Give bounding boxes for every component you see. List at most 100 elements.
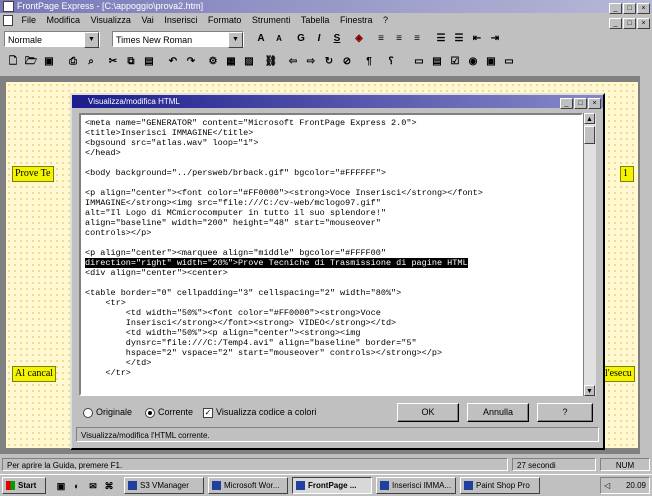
scroll-down-icon[interactable]: ▼ [584, 385, 595, 396]
cancel-button[interactable]: Annulla [467, 403, 529, 422]
task-word[interactable]: Microsoft Wor... [208, 477, 288, 494]
forward-icon[interactable]: ⇨ [302, 54, 320, 70]
start-button[interactable]: Start [2, 477, 46, 494]
form-checkbox-icon[interactable]: ☑ [446, 54, 464, 70]
help-button[interactable]: ? [537, 403, 593, 422]
radio-original[interactable]: Originale [83, 407, 132, 418]
code-line: IMMAGINE</strong><img src="file:///C:/cv… [85, 198, 381, 208]
decrease-indent-icon[interactable]: ⇤ [468, 31, 486, 47]
style-select[interactable]: Normale ▼ [4, 31, 100, 48]
form-dropdown-icon[interactable]: ▣ [482, 54, 500, 70]
insert-table-icon[interactable]: ▦ [222, 54, 240, 70]
windows-logo-icon [6, 481, 15, 491]
dialog-maximize-button[interactable]: □ [574, 98, 587, 109]
new-file-icon[interactable]: 🗋 [4, 54, 22, 70]
help-pointer-icon[interactable]: ⸮ [382, 54, 400, 70]
insert-webbot-icon[interactable]: ⚙ [204, 54, 222, 70]
redo-icon[interactable]: ↷ [182, 54, 200, 70]
close-button[interactable]: × [637, 3, 650, 14]
hyperlink-icon[interactable]: ⛓ [262, 54, 280, 70]
checkmark-icon[interactable]: ✓ [203, 407, 213, 418]
document-icon[interactable] [3, 15, 13, 26]
font-select[interactable]: Times New Roman ▼ [112, 31, 244, 48]
scroll-thumb[interactable] [584, 126, 595, 144]
menu-modifica[interactable]: Modifica [43, 14, 85, 27]
italic-button[interactable]: I [310, 31, 328, 47]
form-radio-icon[interactable]: ◉ [464, 54, 482, 70]
open-folder-icon[interactable]: 🗁 [22, 54, 40, 70]
task-s3-vmanager[interactable]: S3 VManager [124, 477, 204, 494]
print-preview-icon[interactable]: ⌕ [82, 54, 100, 70]
standard-toolbar: 🗋 🗁 ▣ ⎙ ⌕ ✂ ⧉ ▤ ↶ ↷ ⚙ ▦ ▨ ⛓ ⇦ ⇨ ↻ ⊘ ¶ ⸮ … [0, 51, 652, 75]
form-textarea-icon[interactable]: ▤ [428, 54, 446, 70]
format-toolbar: Normale ▼ Times New Roman ▼ A A G I S ◈ … [0, 28, 652, 50]
underline-button[interactable]: S [328, 31, 346, 47]
dialog-close-button[interactable]: × [588, 98, 601, 109]
menu-finestra[interactable]: Finestra [336, 14, 377, 27]
html-code-editor[interactable]: <meta name="GENERATOR" content="Microsof… [79, 113, 583, 396]
align-right-icon[interactable]: ≡ [408, 31, 426, 47]
code-scrollbar[interactable]: ▲ ▼ [583, 113, 596, 396]
dialog-status-text: Visualizza/modifica l'HTML corrente. [81, 431, 210, 440]
task-inserisci[interactable]: Inserisci IMMA... [376, 477, 456, 494]
bold-button[interactable]: G [292, 31, 310, 47]
app-icon [128, 481, 137, 491]
speaker-icon[interactable]: ◁ [601, 478, 610, 493]
style-value: Normale [8, 35, 43, 45]
task-frontpage[interactable]: FrontPage ... [292, 477, 372, 494]
radio-dot[interactable] [83, 407, 93, 418]
app-title-bar[interactable]: FrontPage Express - [C:\appoggio\prova2.… [0, 0, 652, 14]
numbered-list-icon[interactable]: ☰ [432, 31, 450, 47]
status-num: NUM [600, 458, 650, 471]
stop-icon[interactable]: ⊘ [338, 54, 356, 70]
bullet-list-icon[interactable]: ☰ [450, 31, 468, 47]
copy-icon[interactable]: ⧉ [122, 54, 140, 70]
cut-icon[interactable]: ✂ [104, 54, 122, 70]
code-line: <div align="center"><center> [85, 268, 228, 278]
radio-dot-checked[interactable] [145, 407, 155, 418]
code-line: <meta name="GENERATOR" content="Microsof… [85, 118, 417, 128]
undo-icon[interactable]: ↶ [164, 54, 182, 70]
save-icon[interactable]: ▣ [40, 54, 58, 70]
menu-file[interactable]: File [18, 14, 41, 27]
code-line: <body background="../persweb/brback.gif"… [85, 168, 386, 178]
increase-font-button[interactable]: A [252, 31, 270, 47]
dialog-title-bar[interactable]: Visualizza/modifica HTML _ □ × [72, 95, 603, 109]
menu-vai[interactable]: Vai [137, 14, 157, 27]
decrease-font-button[interactable]: A [270, 31, 288, 47]
menu-strumenti[interactable]: Strumenti [248, 14, 295, 27]
print-icon[interactable]: ⎙ [64, 54, 82, 70]
html-dialog: Visualizza/modifica HTML _ □ × <meta name=… [70, 93, 605, 450]
increase-indent-icon[interactable]: ⇥ [486, 31, 504, 47]
align-left-icon[interactable]: ≡ [372, 31, 390, 47]
maximize-button[interactable]: □ [623, 3, 636, 14]
show-all-icon[interactable]: ¶ [360, 54, 378, 70]
frontpage-app-icon[interactable] [3, 1, 14, 12]
menu-formato[interactable]: Formato [204, 14, 246, 27]
editor-scrollbar[interactable] [640, 76, 652, 454]
form-button-icon[interactable]: ▭ [500, 54, 518, 70]
menu-visualizza[interactable]: Visualizza [87, 14, 135, 27]
text-color-icon[interactable]: ◈ [350, 31, 368, 47]
chevron-down-icon[interactable]: ▼ [84, 32, 99, 48]
insert-image-icon[interactable]: ▨ [240, 54, 258, 70]
back-icon[interactable]: ⇦ [284, 54, 302, 70]
chevron-down-icon[interactable]: ▼ [228, 32, 243, 48]
code-line: alt="Il Logo di MCmicrocomputer in tutto… [85, 208, 386, 218]
menu-inserisci[interactable]: Inserisci [160, 14, 201, 27]
color-code-checkbox[interactable]: ✓ Visualizza codice a colori [203, 407, 316, 418]
form-field-icon[interactable]: ▭ [410, 54, 428, 70]
code-line: <td width="50%"><p align="center"><stron… [85, 328, 361, 338]
radio-current[interactable]: Corrente [145, 407, 193, 418]
ok-button[interactable]: OK [397, 403, 459, 422]
task-paint-shop-pro[interactable]: Paint Shop Pro [460, 477, 540, 494]
paste-icon[interactable]: ▤ [140, 54, 158, 70]
minimize-button[interactable]: _ [609, 3, 622, 14]
menu-help[interactable]: ? [379, 14, 392, 27]
refresh-icon[interactable]: ↻ [320, 54, 338, 70]
menu-tabella[interactable]: Tabella [297, 14, 334, 27]
dialog-minimize-button[interactable]: _ [560, 98, 573, 109]
channels-icon[interactable]: ⌘ [100, 478, 118, 494]
align-center-icon[interactable]: ≡ [390, 31, 408, 47]
scroll-up-icon[interactable]: ▲ [584, 113, 595, 124]
